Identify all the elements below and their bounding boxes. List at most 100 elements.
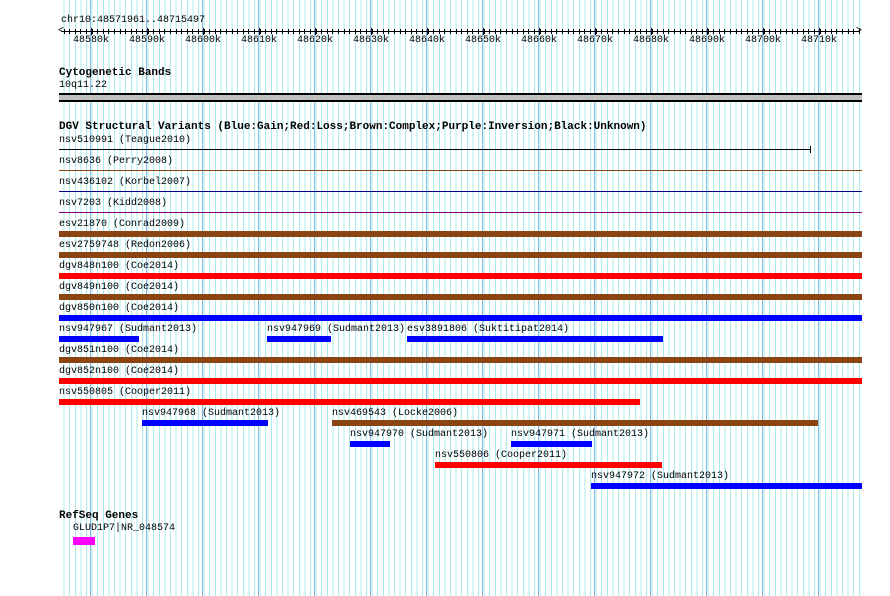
feature-label: nsv550805 (Cooper2011): [59, 387, 192, 398]
ruler-minor-tick: [663, 29, 664, 34]
feature-nsv510991[interactable]: [59, 149, 810, 150]
feature-dgv852n100[interactable]: [59, 378, 862, 384]
ruler-minor-tick: [853, 29, 854, 34]
ruler-tick-label: 48630k: [352, 35, 389, 46]
feature-label: dgv850n100 (Coe2014): [59, 303, 180, 314]
ruler-minor-tick: [372, 29, 373, 34]
feature-dgv850n100[interactable]: [59, 315, 862, 321]
ruler-minor-tick: [461, 29, 462, 34]
feature-nsv7203[interactable]: [59, 212, 862, 213]
feature-nsv947971[interactable]: [511, 441, 592, 447]
feature-dgv851n100[interactable]: [59, 357, 862, 363]
feature-nsv947970[interactable]: [350, 441, 390, 447]
ruler-minor-tick: [534, 29, 535, 34]
ruler-minor-tick: [254, 29, 255, 34]
ruler-minor-tick: [579, 29, 580, 34]
ruler-minor-tick: [377, 29, 378, 34]
ruler-minor-tick: [248, 29, 249, 34]
ruler-minor-tick: [450, 29, 451, 34]
gene-glud1p7[interactable]: [73, 537, 95, 545]
feature-label: nsv947970 (Sudmant2013): [350, 429, 489, 440]
dgv-track-title: DGV Structural Variants (Blue:Gain;Red:L…: [59, 121, 647, 133]
feature-nsv947969[interactable]: [267, 336, 331, 342]
ruler-minor-tick: [344, 29, 345, 34]
feature-nsv947972[interactable]: [591, 483, 862, 489]
ruler-minor-tick: [187, 29, 188, 34]
ruler-minor-tick: [724, 29, 725, 34]
ruler-minor-tick: [327, 29, 328, 34]
ruler-minor-tick: [92, 29, 93, 34]
ruler-minor-tick: [97, 29, 98, 34]
ruler-minor-tick: [153, 29, 154, 34]
feature-dgv848n100[interactable]: [59, 273, 862, 279]
ruler-tick-label: 48660k: [520, 35, 557, 46]
feature-label: nsv469543 (Locke2006): [332, 408, 459, 419]
ruler-minor-tick: [226, 29, 227, 34]
ruler-minor-tick: [220, 29, 221, 34]
feature-nsv436102[interactable]: [59, 191, 862, 192]
ruler-minor-tick: [276, 29, 277, 34]
ruler-minor-tick: [136, 29, 137, 34]
ruler-minor-tick: [584, 29, 585, 34]
ruler-minor-tick: [848, 29, 849, 34]
ruler-minor-tick: [131, 29, 132, 34]
ruler-minor-tick: [416, 29, 417, 34]
ruler-tick-label: 48640k: [408, 35, 445, 46]
feature-label: esv21870 (Conrad2009): [59, 219, 186, 230]
ruler-minor-tick: [293, 29, 294, 34]
ruler-minor-tick: [159, 29, 160, 34]
feature-esv3891806[interactable]: [407, 336, 663, 342]
feature-label: dgv851n100 (Coe2014): [59, 345, 180, 356]
ruler-minor-tick: [349, 29, 350, 34]
ruler-minor-tick: [299, 29, 300, 34]
ruler-minor-tick: [820, 29, 821, 34]
ruler-minor-tick: [467, 29, 468, 34]
feature-label: nsv510991 (Teague2010): [59, 135, 192, 146]
ruler-minor-tick: [422, 29, 423, 34]
ruler-minor-tick: [691, 29, 692, 34]
ruler-minor-tick: [125, 29, 126, 34]
ruler-minor-tick: [439, 29, 440, 34]
ruler-minor-tick: [646, 29, 647, 34]
ruler-minor-tick: [69, 29, 70, 34]
feature-label: nsv7203 (Kidd2008): [59, 198, 168, 209]
feature-nsv469543[interactable]: [332, 420, 818, 426]
ruler-minor-tick: [192, 29, 193, 34]
ruler-minor-tick: [108, 29, 109, 34]
ruler-minor-tick: [360, 29, 361, 34]
ruler-tick-label: 48600k: [184, 35, 221, 46]
ruler-minor-tick: [288, 29, 289, 34]
cyto-track-title: Cytogenetic Bands: [59, 67, 172, 79]
feature-dgv849n100[interactable]: [59, 294, 862, 300]
ruler-minor-tick: [769, 29, 770, 34]
ruler-minor-tick: [484, 29, 485, 34]
ruler-minor-tick: [657, 29, 658, 34]
ruler-minor-tick: [176, 29, 177, 34]
feature-label: dgv848n100 (Coe2014): [59, 261, 180, 272]
ruler-minor-tick: [142, 29, 143, 34]
feature-esv21870[interactable]: [59, 231, 862, 237]
ruler-tick-label: 48620k: [296, 35, 333, 46]
feature-nsv550806[interactable]: [435, 462, 662, 468]
ruler-minor-tick: [428, 29, 429, 34]
feature-nsv947967[interactable]: [59, 336, 139, 342]
ruler-minor-tick: [478, 29, 479, 34]
ruler-minor-tick: [814, 29, 815, 34]
ruler-minor-tick: [512, 29, 513, 34]
feature-esv2759748[interactable]: [59, 252, 862, 258]
feature-nsv550805[interactable]: [59, 399, 640, 405]
cytoband-bar[interactable]: [59, 93, 862, 102]
ruler-minor-tick: [836, 29, 837, 34]
feature-nsv947968[interactable]: [142, 420, 268, 426]
feature-nsv8636[interactable]: [59, 170, 862, 171]
ruler-minor-tick: [80, 29, 81, 34]
ruler-minor-tick: [612, 29, 613, 34]
ruler-minor-tick: [545, 29, 546, 34]
feature-label: nsv436102 (Korbel2007): [59, 177, 192, 188]
feature-end-tick: [810, 146, 811, 153]
ruler-minor-tick: [528, 29, 529, 34]
ruler-minor-tick: [316, 29, 317, 34]
ruler-minor-tick: [775, 29, 776, 34]
ruler-minor-tick: [383, 29, 384, 34]
feature-label: esv3891806 (Suktitipat2014): [407, 324, 570, 335]
